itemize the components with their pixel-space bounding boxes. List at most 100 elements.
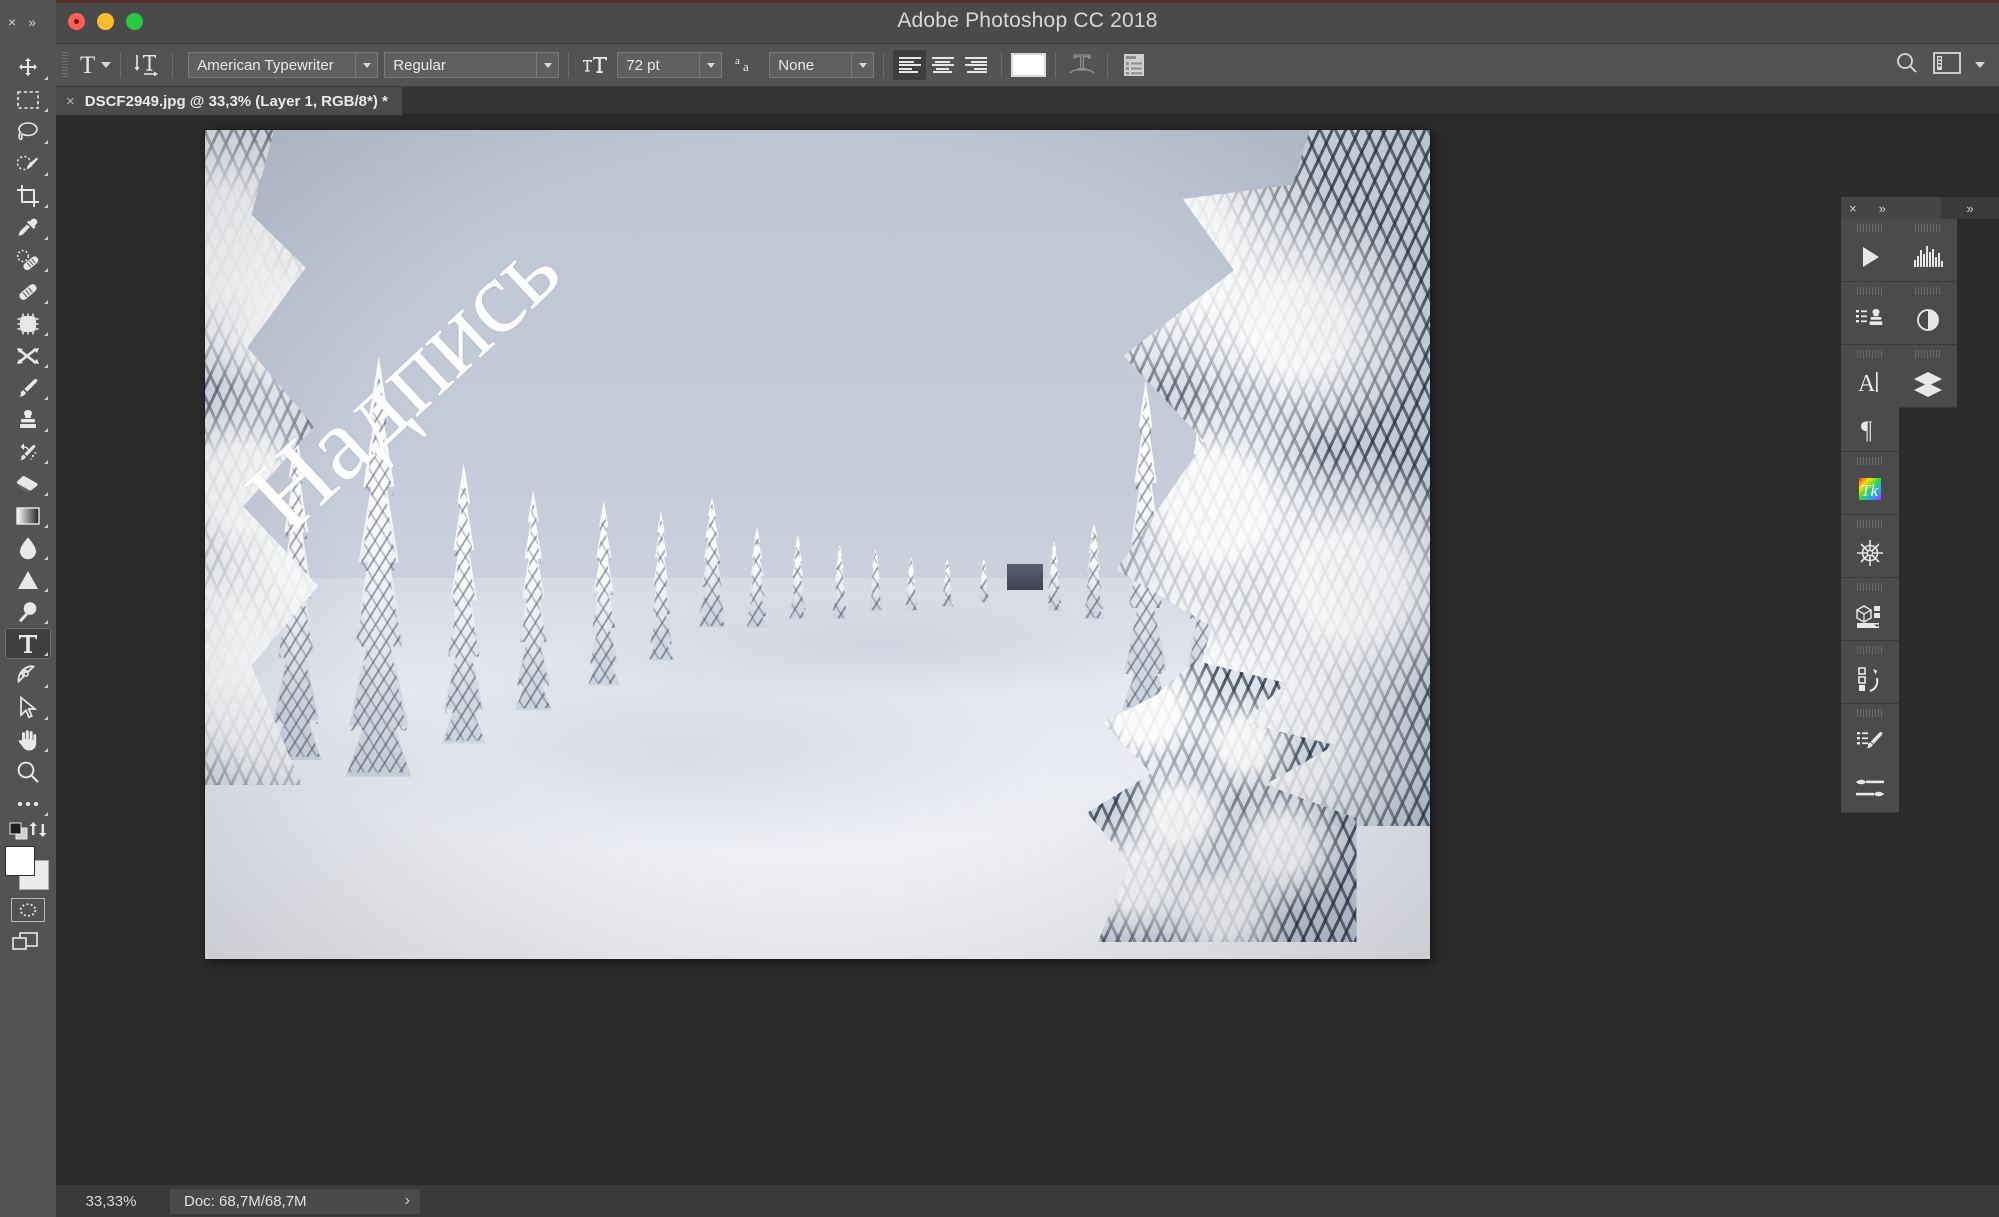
image-canvas[interactable]: Надпись xyxy=(205,130,1430,959)
toolbar-close-icon[interactable]: × xyxy=(8,14,16,30)
zoom-level-field[interactable]: 33,33% xyxy=(56,1184,166,1217)
healing-brush-tool[interactable] xyxy=(5,276,51,307)
title-bar-accent xyxy=(56,0,1999,3)
hand-tool[interactable] xyxy=(5,724,51,755)
close-icon[interactable]: × xyxy=(66,93,75,110)
options-divider xyxy=(120,52,122,78)
tool-preset-picker[interactable]: T xyxy=(80,53,112,78)
path-selection-tool[interactable] xyxy=(5,692,51,723)
svg-text:a: a xyxy=(743,59,749,74)
panel-grip[interactable] xyxy=(1857,707,1883,718)
brush-presets-panel-icon[interactable] xyxy=(1841,718,1899,766)
navigator-panel-icon[interactable] xyxy=(1841,529,1899,577)
dock-expand-icon-2[interactable]: » xyxy=(1966,201,1973,216)
options-divider-4 xyxy=(883,52,885,78)
actions-panel-icon[interactable] xyxy=(1841,233,1899,281)
eyedropper-tool[interactable] xyxy=(5,212,51,243)
rectangular-marquee-tool[interactable] xyxy=(5,84,51,115)
options-bar-grip[interactable] xyxy=(59,52,70,78)
panel-grip[interactable] xyxy=(1915,285,1941,296)
canvas-area[interactable]: Надпись xyxy=(56,115,1999,1184)
history-brush-tool[interactable] xyxy=(5,436,51,467)
panel-grip[interactable] xyxy=(1857,285,1883,296)
panel-grip[interactable] xyxy=(1857,348,1883,359)
kuler-panel-icon[interactable]: Tk xyxy=(1841,466,1899,514)
spot-healing-brush-tool[interactable] xyxy=(5,244,51,275)
workspace-icon[interactable] xyxy=(1933,51,1961,79)
align-left-button[interactable] xyxy=(893,50,927,80)
burn-tool[interactable] xyxy=(5,596,51,627)
dodge-tool[interactable] xyxy=(5,564,51,595)
font-size-value: 72 pt xyxy=(626,56,660,74)
search-icon[interactable] xyxy=(1895,51,1919,80)
panel-group-histogram xyxy=(1899,222,1957,282)
adjustments-panel-icon[interactable] xyxy=(1841,296,1899,344)
panel-grip[interactable] xyxy=(1857,518,1883,529)
crop-tool[interactable] xyxy=(5,180,51,211)
brush-settings-panel-icon[interactable] xyxy=(1841,766,1899,812)
panel-grip[interactable] xyxy=(1857,222,1883,233)
warp-text-icon[interactable] xyxy=(1065,50,1098,80)
lasso-tool[interactable] xyxy=(5,116,51,147)
chevron-down-icon[interactable] xyxy=(101,62,112,68)
zoom-tool[interactable] xyxy=(5,756,51,787)
chevron-down-icon[interactable] xyxy=(851,53,873,77)
panel-grip[interactable] xyxy=(1915,348,1941,359)
3d-panel-icon[interactable] xyxy=(1841,592,1899,640)
dock-column-b xyxy=(1899,219,1957,408)
text-color-swatch[interactable] xyxy=(1011,53,1047,77)
align-right-button[interactable] xyxy=(959,50,992,80)
gradient-tool[interactable] xyxy=(5,500,51,531)
panel-grip[interactable] xyxy=(1857,581,1883,592)
font-style-select[interactable]: Regular xyxy=(384,52,560,78)
toolbar-corner-header: × » xyxy=(0,0,56,44)
paragraph-panel-icon[interactable]: ¶ xyxy=(1841,407,1899,451)
type-tool[interactable] xyxy=(5,628,51,659)
brush-tool[interactable] xyxy=(5,372,51,403)
workspace-chevron-down-icon[interactable] xyxy=(1975,62,1985,68)
anti-aliasing-select[interactable]: None xyxy=(769,52,875,78)
align-center-button[interactable] xyxy=(926,50,959,80)
quick-selection-tool[interactable] xyxy=(5,148,51,179)
document-info[interactable]: Doc: 68,7M/68,7M › xyxy=(170,1188,420,1214)
panel-grip[interactable] xyxy=(1857,644,1883,655)
chevron-down-icon[interactable] xyxy=(355,53,377,77)
content-aware-move-tool[interactable] xyxy=(5,340,51,371)
clone-stamp-tool[interactable] xyxy=(5,404,51,435)
foreground-color-swatch[interactable] xyxy=(5,846,35,876)
foreground-background-color[interactable] xyxy=(5,846,51,892)
text-orientation-icon[interactable] xyxy=(130,50,163,80)
character-paragraph-panels-icon[interactable] xyxy=(1117,50,1150,80)
workspace: × DSCF2949.jpg @ 33,3% (Layer 1, RGB/8*)… xyxy=(56,87,1999,1184)
document-info-chevron-icon[interactable]: › xyxy=(405,1192,410,1210)
document-tab[interactable]: × DSCF2949.jpg @ 33,3% (Layer 1, RGB/8*)… xyxy=(56,87,403,115)
panel-group-layers xyxy=(1899,348,1957,408)
dock-header-primary: × » xyxy=(1841,197,1941,219)
default-colors-icon xyxy=(9,822,28,840)
pen-tool[interactable] xyxy=(5,660,51,691)
edit-toolbar-tool[interactable] xyxy=(5,788,51,819)
toolbar-expand-icon[interactable]: » xyxy=(28,14,36,30)
font-size-select[interactable]: 72 pt xyxy=(617,52,723,78)
app-title: Adobe Photoshop CC 2018 xyxy=(897,9,1158,32)
layers-panel-icon[interactable] xyxy=(1899,359,1957,407)
blur-tool[interactable] xyxy=(5,532,51,563)
dock-expand-icon[interactable]: » xyxy=(1879,201,1886,216)
font-family-select[interactable]: American Typewriter xyxy=(188,52,379,78)
quick-mask-icon[interactable] xyxy=(11,898,45,922)
character-panel-icon[interactable]: A xyxy=(1841,359,1899,407)
histogram-panel-icon[interactable] xyxy=(1899,233,1957,281)
properties-panel-icon[interactable] xyxy=(1899,296,1957,344)
eraser-tool[interactable] xyxy=(5,468,51,499)
screen-mode-icon[interactable] xyxy=(11,932,45,956)
panel-grip[interactable] xyxy=(1857,455,1883,466)
panel-grip[interactable] xyxy=(1915,222,1941,233)
patch-tool[interactable] xyxy=(5,308,51,339)
dock-close-icon[interactable]: × xyxy=(1849,201,1857,216)
move-tool[interactable] xyxy=(5,52,51,83)
history-panel-icon[interactable] xyxy=(1841,655,1899,703)
chevron-down-icon[interactable] xyxy=(699,53,721,77)
chevron-down-icon[interactable] xyxy=(536,53,558,77)
align-center-icon xyxy=(931,57,954,73)
panel-group-character: A ¶ xyxy=(1841,348,1899,452)
